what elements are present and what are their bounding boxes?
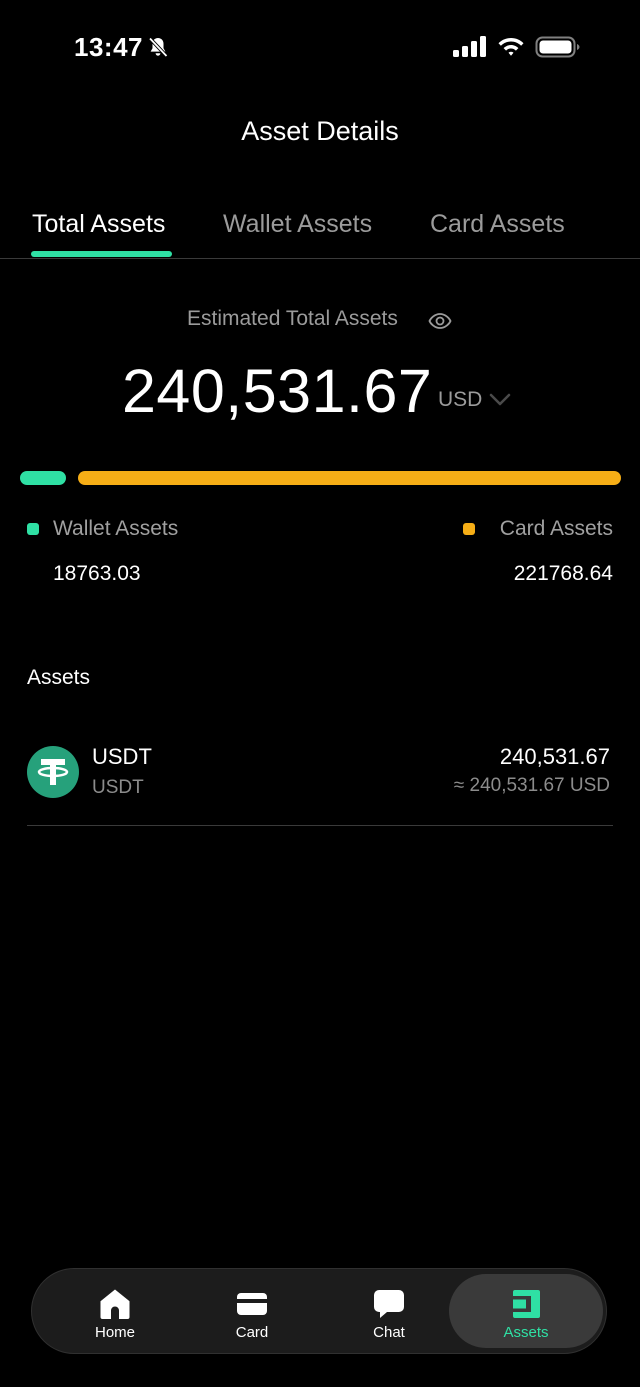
tab-total-assets[interactable]: Total Assets bbox=[32, 210, 165, 239]
bottom-nav: Home Card Chat Assets bbox=[31, 1268, 607, 1354]
wallet-assets-label: Wallet Assets bbox=[53, 517, 179, 540]
nav-home[interactable]: Home bbox=[45, 1269, 185, 1353]
nav-assets[interactable]: Assets bbox=[449, 1274, 603, 1348]
wallet-icon bbox=[513, 1290, 540, 1318]
nav-card-label: Card bbox=[235, 1324, 269, 1341]
estimated-total-label: Estimated Total Assets bbox=[187, 307, 398, 330]
bell-off-icon bbox=[148, 37, 168, 58]
tab-card-assets[interactable]: Card Assets bbox=[430, 210, 565, 239]
currency-selector[interactable]: USD bbox=[438, 388, 482, 412]
asset-amount: 240,531.67 bbox=[499, 744, 610, 769]
tether-icon bbox=[27, 746, 79, 798]
asset-symbol: USDT bbox=[92, 777, 144, 798]
nav-card[interactable]: Card bbox=[182, 1269, 322, 1353]
nav-chat[interactable]: Chat bbox=[319, 1269, 459, 1353]
card-legend-dot bbox=[463, 523, 475, 535]
list-divider bbox=[27, 825, 613, 826]
wallet-assets-value: 18763.03 bbox=[53, 562, 141, 585]
page-title: Asset Details bbox=[241, 116, 399, 146]
chevron-down-icon[interactable] bbox=[489, 392, 511, 408]
battery-icon bbox=[535, 36, 580, 58]
asset-name: USDT bbox=[92, 744, 152, 769]
assets-section-title: Assets bbox=[27, 666, 91, 689]
nav-assets-label: Assets bbox=[503, 1324, 549, 1341]
status-bar: 13:47 bbox=[0, 0, 640, 90]
wifi-icon bbox=[498, 38, 524, 56]
card-icon bbox=[237, 1293, 267, 1315]
home-icon bbox=[100, 1289, 130, 1319]
tab-divider bbox=[0, 258, 640, 259]
wallet-assets-bar bbox=[20, 471, 66, 485]
card-assets-bar bbox=[78, 471, 621, 485]
wallet-legend-dot bbox=[27, 523, 39, 535]
tab-wallet-assets[interactable]: Wallet Assets bbox=[223, 210, 372, 239]
card-assets-label: Card Assets bbox=[499, 517, 613, 540]
eye-icon[interactable] bbox=[428, 309, 452, 333]
asset-usd-value: ≈ 240,531.67 USD bbox=[453, 775, 610, 796]
cellular-signal-icon bbox=[453, 36, 486, 57]
nav-home-label: Home bbox=[94, 1324, 135, 1341]
chat-icon bbox=[374, 1290, 404, 1318]
status-time: 13:47 bbox=[74, 32, 143, 62]
total-assets-value: 240,531.67 bbox=[122, 357, 433, 425]
active-tab-indicator bbox=[31, 251, 172, 257]
tab-bar: Total Assets Wallet Assets Card Assets bbox=[0, 196, 640, 260]
nav-chat-label: Chat bbox=[373, 1324, 405, 1341]
asset-row-usdt[interactable]: USDT USDT 240,531.67 ≈ 240,531.67 USD bbox=[0, 730, 640, 826]
card-assets-value: 221768.64 bbox=[513, 562, 613, 585]
